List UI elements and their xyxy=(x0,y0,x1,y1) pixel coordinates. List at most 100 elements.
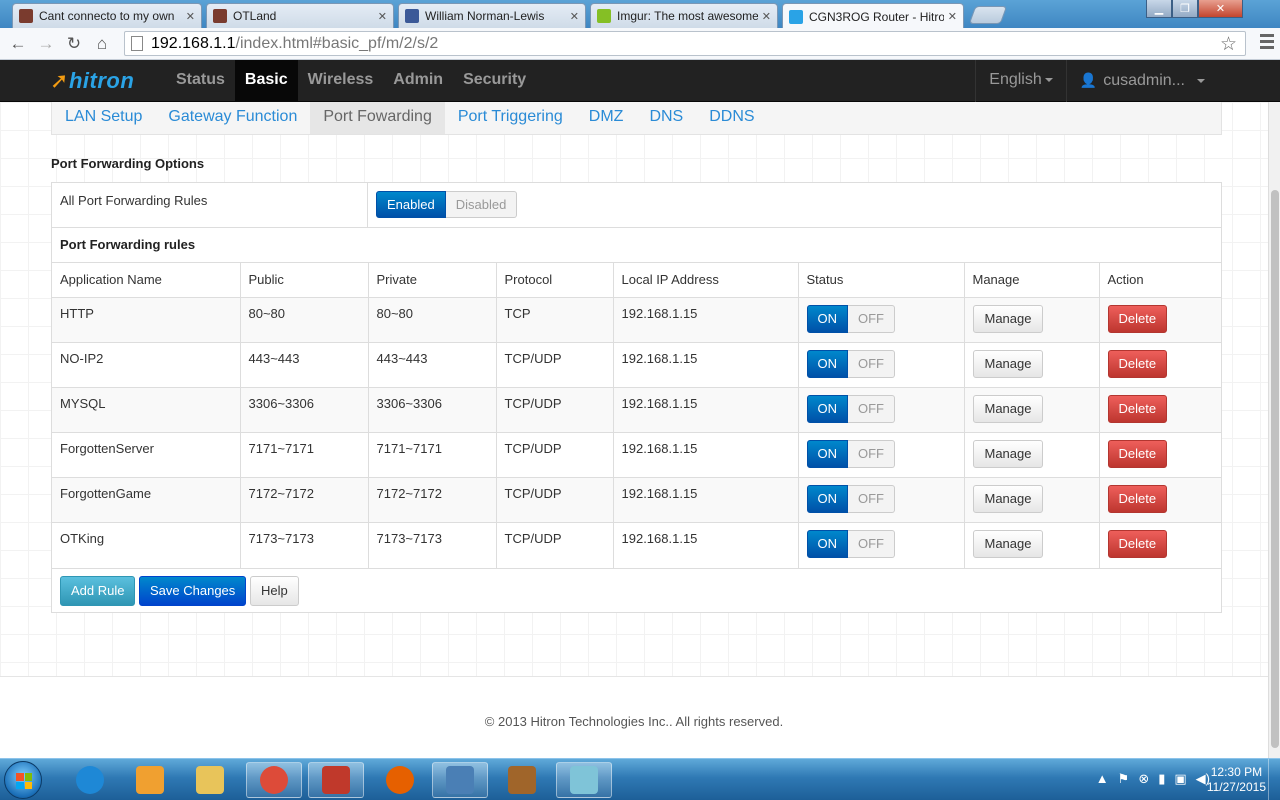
public-port-cell: 443~443 xyxy=(239,342,368,388)
tab-favicon-icon xyxy=(789,9,803,24)
tab-favicon-icon xyxy=(19,9,33,23)
restore-button[interactable]: ❐ xyxy=(1172,0,1198,18)
manage-button[interactable]: Manage xyxy=(972,440,1044,468)
url-host: 192.168.1.1 xyxy=(151,34,236,52)
scrollbar-thumb[interactable] xyxy=(1271,190,1279,748)
status-on-button[interactable]: ON xyxy=(806,530,848,558)
browser-tab[interactable]: Cant connecto to my own ✕ xyxy=(12,3,202,28)
vertical-scrollbar[interactable] xyxy=(1268,102,1280,758)
sub-nav-item[interactable]: DDNS xyxy=(696,102,767,134)
minimize-button[interactable]: ▁ xyxy=(1146,0,1172,18)
action-cell: Delete xyxy=(1098,477,1221,523)
manage-cell: Manage xyxy=(963,432,1099,478)
column-header: Application Name xyxy=(52,262,240,298)
local-ip-cell: 192.168.1.15 xyxy=(612,432,798,478)
taskbar-app[interactable] xyxy=(494,762,550,798)
status-on-button[interactable]: ON xyxy=(806,440,848,468)
manage-button[interactable]: Manage xyxy=(972,395,1044,423)
status-off-button[interactable]: OFF xyxy=(848,530,895,558)
manage-button[interactable]: Manage xyxy=(972,485,1044,513)
delete-button[interactable]: Delete xyxy=(1107,530,1168,558)
new-tab-button[interactable] xyxy=(968,6,1008,24)
status-off-button[interactable]: OFF xyxy=(848,440,895,468)
sub-nav-item[interactable]: DMZ xyxy=(576,102,637,134)
status-off-button[interactable]: OFF xyxy=(848,305,895,333)
all-rules-label: All Port Forwarding Rules xyxy=(60,193,208,208)
bookmark-star-icon[interactable]: ☆ xyxy=(1220,33,1237,56)
user-dropdown[interactable]: 👤 cusadmin... xyxy=(1065,60,1218,102)
page-footer: © 2013 Hitron Technologies Inc.. All rig… xyxy=(0,676,1268,758)
sub-nav-item[interactable]: LAN Setup xyxy=(52,102,155,134)
taskbar-app[interactable] xyxy=(246,762,302,798)
sub-nav-item[interactable]: DNS xyxy=(636,102,696,134)
delete-button[interactable]: Delete xyxy=(1107,440,1168,468)
home-icon[interactable]: ⌂ xyxy=(88,34,116,54)
delete-button[interactable]: Delete xyxy=(1107,485,1168,513)
delete-button[interactable]: Delete xyxy=(1107,305,1168,333)
delete-button[interactable]: Delete xyxy=(1107,395,1168,423)
network-icon[interactable]: ▣ xyxy=(1174,771,1186,787)
add-rule-button[interactable]: Add Rule xyxy=(60,576,136,606)
help-button[interactable]: Help xyxy=(250,576,299,606)
app-name-cell: NO-IP2 xyxy=(52,342,240,388)
browser-tab[interactable]: OTLand ✕ xyxy=(206,3,394,28)
section-title: Port Forwarding Options xyxy=(51,156,205,171)
status-off-button[interactable]: OFF xyxy=(848,350,895,378)
taskbar-app[interactable] xyxy=(62,762,118,798)
window-app-icon xyxy=(446,766,474,794)
private-port-cell: 7172~7172 xyxy=(367,477,496,523)
main-nav-admin[interactable]: Admin xyxy=(383,60,453,102)
tab-close-icon[interactable]: ✕ xyxy=(186,10,195,23)
sub-nav-item[interactable]: Port Fowarding xyxy=(310,102,445,134)
main-nav-wireless[interactable]: Wireless xyxy=(298,60,384,102)
status-on-button[interactable]: ON xyxy=(806,395,848,423)
browser-tab[interactable]: Imgur: The most awesome ✕ xyxy=(590,3,778,28)
taskbar-app[interactable] xyxy=(308,762,364,798)
security-icon[interactable]: ⊗ xyxy=(1138,771,1149,787)
status-off-button[interactable]: OFF xyxy=(848,395,895,423)
status-on-button[interactable]: ON xyxy=(806,485,848,513)
taskbar-app[interactable] xyxy=(372,762,428,798)
tab-close-icon[interactable]: ✕ xyxy=(948,10,957,23)
show-hidden-icons-icon[interactable]: ▲ xyxy=(1096,771,1109,787)
panel-footer: Add Rule Save Changes Help xyxy=(52,568,1221,613)
taskbar-app[interactable] xyxy=(556,762,612,798)
taskbar-app[interactable] xyxy=(182,762,238,798)
taskbar-app[interactable] xyxy=(432,762,488,798)
start-button[interactable] xyxy=(4,761,42,799)
forward-arrow-icon[interactable]: → xyxy=(32,34,60,54)
language-dropdown[interactable]: English xyxy=(975,60,1065,102)
disabled-button[interactable]: Disabled xyxy=(445,191,518,218)
action-center-icon[interactable]: ⚑ xyxy=(1118,771,1130,787)
browser-tab[interactable]: CGN3ROG Router - Hitron ✕ xyxy=(782,3,964,29)
taskbar-app[interactable] xyxy=(122,762,178,798)
hitron-logo[interactable]: ➚hitron xyxy=(50,68,134,94)
main-nav-status[interactable]: Status xyxy=(166,60,235,102)
enabled-button[interactable]: Enabled xyxy=(376,191,446,218)
status-off-button[interactable]: OFF xyxy=(848,485,895,513)
sub-nav-item[interactable]: Port Triggering xyxy=(445,102,576,134)
manage-button[interactable]: Manage xyxy=(972,350,1044,378)
clock[interactable]: 12:30 PM 11/27/2015 xyxy=(1207,765,1266,795)
user-icon: 👤 xyxy=(1079,72,1098,88)
close-window-button[interactable]: ✕ xyxy=(1198,0,1243,18)
browser-tab[interactable]: William Norman-Lewis ✕ xyxy=(398,3,586,28)
delete-button[interactable]: Delete xyxy=(1107,350,1168,378)
manage-button[interactable]: Manage xyxy=(972,305,1044,333)
address-bar[interactable]: 192.168.1.1/index.html#basic_pf/m/2/s/2 … xyxy=(124,31,1246,56)
battery-icon[interactable]: ▮ xyxy=(1158,771,1165,787)
main-nav-basic[interactable]: Basic xyxy=(234,60,298,102)
chrome-menu-icon[interactable] xyxy=(1260,34,1274,52)
status-on-button[interactable]: ON xyxy=(806,350,848,378)
show-desktop-button[interactable] xyxy=(1268,759,1280,800)
reload-icon[interactable]: ↻ xyxy=(60,34,88,54)
save-changes-button[interactable]: Save Changes xyxy=(139,576,247,606)
status-on-button[interactable]: ON xyxy=(806,305,848,333)
main-nav-security[interactable]: Security xyxy=(453,60,536,102)
tab-close-icon[interactable]: ✕ xyxy=(378,10,387,23)
tab-close-icon[interactable]: ✕ xyxy=(570,10,579,23)
back-arrow-icon[interactable]: ← xyxy=(4,34,32,54)
manage-button[interactable]: Manage xyxy=(972,530,1044,558)
sub-nav-item[interactable]: Gateway Function xyxy=(155,102,310,134)
tab-close-icon[interactable]: ✕ xyxy=(762,10,771,23)
